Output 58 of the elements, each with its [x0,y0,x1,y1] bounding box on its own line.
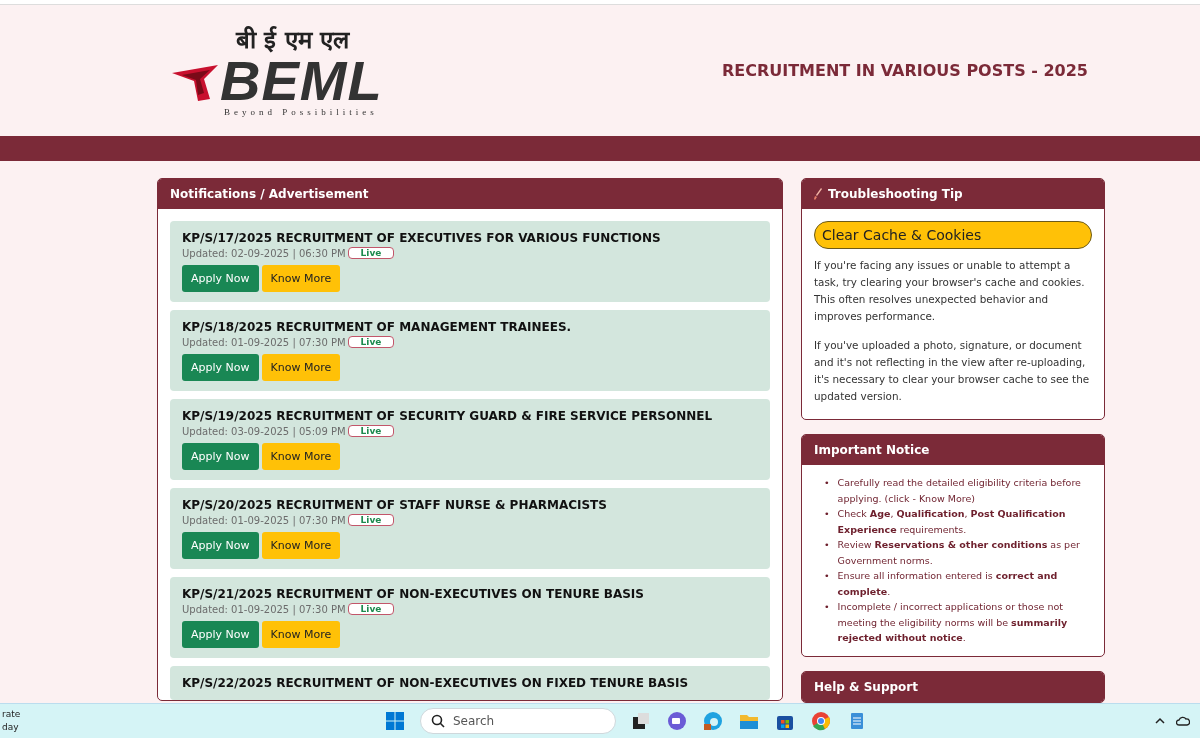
panel-title: Help & Support [814,679,918,694]
clear-cache-button[interactable]: Clear Cache & Cookies [814,221,1092,249]
bullet: • [824,476,830,490]
notice-item: Incomplete / incorrect applications or those not meeting the eligibility norms will be summarily rejected without notice. [837,600,1069,645]
search-field[interactable]: Search [420,708,616,734]
notification-title: KP/S/19/2025 RECRUITMENT OF SECURITY GUARD & FIRE SERVICE PERSONNEL [182,409,714,423]
weather-text: rate [2,708,21,721]
chrome-icon[interactable] [810,710,832,732]
know-more-button[interactable]: Know More [261,621,341,648]
brush-icon [814,188,822,200]
tip-paragraph: If you've uploaded a photo, signature, or document and it's not reflecting in the view after re-uploading, it's necessary to clear your browser cache to see the updated version. [814,338,1091,404]
updated-date: Updated: 03-09-2025 | 05:09 PM [182,425,346,437]
bullet: • [824,569,830,583]
weather-text: day [2,721,20,734]
apply-now-button[interactable]: Apply Now [182,265,259,292]
logo-hindi-text: बी ई एम एल [236,24,350,55]
know-more-button[interactable]: Know More [261,443,341,470]
live-badge: Live [347,514,395,526]
chat-icon[interactable] [666,710,688,732]
search-icon [431,714,445,728]
tip-paragraph: If you're facing any issues or unable to attempt a task, try clearing your browser's cache and cookies. This often resolves unexpected behavior and improves performance. [814,258,1086,324]
updated-date: Updated: 01-09-2025 | 07:30 PM [182,603,346,615]
notification-title: KP/S/20/2025 RECRUITMENT OF STAFF NURSE & PHARMACISTS [182,498,608,512]
know-more-button[interactable]: Know More [261,532,341,559]
live-badge: Live [347,336,395,348]
notice-item: Ensure all information entered is correct and complete. [837,569,1059,599]
page-title: RECRUITMENT IN VARIOUS POSTS - 2025 [721,61,1088,80]
notification-title: KP/S/18/2025 RECRUITMENT OF MANAGEMENT TRAINEES. [182,320,573,334]
apply-now-button[interactable]: Apply Now [182,354,259,381]
cloud-icon[interactable] [1176,714,1190,728]
panel-title: Notifications / Advertisement [170,187,369,201]
apply-now-button[interactable]: Apply Now [182,532,259,559]
bullet: • [824,507,830,521]
browser-icon[interactable] [702,710,724,732]
live-badge: Live [347,603,395,615]
apply-now-button[interactable]: Apply Now [182,443,259,470]
notice-item: Review Reservations & other conditions as per Government norms. [837,538,1081,568]
updated-date: Updated: 01-09-2025 | 07:30 PM [182,514,346,526]
logo-wordmark: BEML [220,54,383,107]
panel-title: Troubleshooting Tip [828,187,963,201]
notification-title: KP/S/17/2025 RECRUITMENT OF EXECUTIVES FOR VARIOUS FUNCTIONS [182,231,662,245]
apply-now-button[interactable]: Apply Now [182,621,259,648]
panel-title: Important Notice [814,443,930,457]
bullet: • [824,538,830,552]
notification-title: KP/S/21/2025 RECRUITMENT OF NON-EXECUTIVES ON TENURE BASIS [182,587,645,601]
know-more-button[interactable]: Know More [261,354,341,381]
know-more-button[interactable]: Know More [261,265,341,292]
bullet: • [824,600,830,614]
updated-date: Updated: 02-09-2025 | 06:30 PM [182,247,346,259]
task-view-icon[interactable] [630,710,652,732]
windows-start-icon[interactable] [384,710,406,732]
notice-item: Carefully read the detailed eligibility criteria before applying. (click - Know More) [837,476,1082,506]
updated-date: Updated: 01-09-2025 | 07:30 PM [182,336,346,348]
notice-item: Check Age, Qualification, Post Qualification Experience requirements. [837,507,1067,537]
logo-tagline: Beyond Possibilities [224,106,378,117]
live-badge: Live [347,247,395,259]
notification-title: KP/S/22/2025 RECRUITMENT OF NON-EXECUTIVES ON FIXED TENURE BASIS [182,676,690,690]
live-badge: Live [347,425,395,437]
